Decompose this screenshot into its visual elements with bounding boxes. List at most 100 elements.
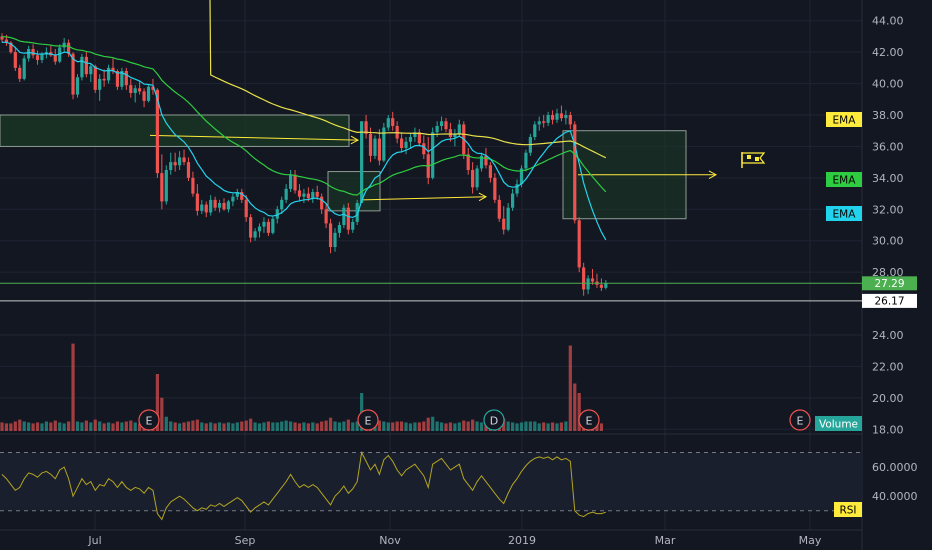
volume-bar-125 bbox=[555, 423, 559, 431]
volume-bar-122 bbox=[542, 422, 546, 431]
candle-body-44 bbox=[195, 193, 199, 211]
volume-bar-126 bbox=[559, 422, 564, 431]
ref-price-tag-text: 26.17 bbox=[874, 295, 904, 307]
candle-body-109 bbox=[484, 155, 488, 166]
candle-body-88 bbox=[391, 118, 395, 126]
volume-bar-66 bbox=[293, 422, 297, 431]
volume-bar-64 bbox=[284, 420, 288, 431]
candle-body-41 bbox=[182, 157, 186, 163]
candle-body-128 bbox=[568, 115, 572, 125]
volume-bar-4 bbox=[18, 419, 22, 431]
volume-bar-25 bbox=[111, 423, 115, 431]
candle-body-75 bbox=[333, 232, 337, 247]
volume-bar-76 bbox=[337, 422, 342, 431]
candle-body-64 bbox=[284, 188, 288, 200]
candle-body-52 bbox=[231, 196, 235, 202]
price-tick-2: 40.00 bbox=[872, 78, 904, 91]
volume-bar-105 bbox=[466, 421, 470, 431]
volume-bar-43 bbox=[191, 420, 195, 431]
candle-body-38 bbox=[169, 162, 173, 170]
candle-body-7 bbox=[31, 49, 35, 56]
volume-bar-115 bbox=[511, 422, 515, 431]
volume-bar-17 bbox=[75, 421, 80, 431]
candle-body-115 bbox=[511, 193, 515, 208]
last-price-tag-text: 27.29 bbox=[874, 278, 904, 290]
volume-bar-89 bbox=[395, 421, 399, 431]
volume-bar-117 bbox=[519, 422, 524, 431]
volume-bar-90 bbox=[400, 421, 404, 431]
volume-bar-58 bbox=[257, 423, 262, 431]
candle-body-51 bbox=[226, 201, 231, 210]
price-tick-1: 42.00 bbox=[872, 46, 904, 59]
volume-bar-30 bbox=[133, 422, 137, 431]
volume-bar-107 bbox=[475, 421, 479, 431]
price-tick-5: 34.00 bbox=[872, 172, 904, 185]
candle-body-103 bbox=[457, 124, 461, 134]
event-marker-label-4: E bbox=[797, 415, 804, 428]
candle-body-130 bbox=[577, 220, 581, 268]
candle-body-69 bbox=[306, 193, 310, 199]
candle-body-24 bbox=[106, 67, 111, 81]
candle-body-56 bbox=[249, 217, 253, 238]
stock-chart[interactable]: E E D E E 44.00 42.00 40.00 38.00 36.00 34.00 32.0… bbox=[0, 0, 932, 550]
candle-body-14 bbox=[62, 42, 66, 48]
event-marker-label-3: E bbox=[586, 415, 593, 428]
event-marker-label-2: D bbox=[490, 415, 498, 428]
candle-body-65 bbox=[289, 174, 293, 189]
candle-body-83 bbox=[368, 133, 373, 156]
price-tick-7: 30.00 bbox=[872, 235, 904, 248]
ema-label-1-text: EMA bbox=[833, 175, 857, 187]
volume-bar-119 bbox=[528, 421, 532, 431]
volume-bar-5 bbox=[22, 421, 26, 431]
candle-body-77 bbox=[342, 207, 346, 225]
candle-body-18 bbox=[80, 56, 84, 78]
volume-bar-0 bbox=[0, 422, 4, 431]
candle-body-125 bbox=[555, 113, 559, 120]
candle-body-8 bbox=[35, 55, 40, 60]
volume-bar-23 bbox=[102, 423, 106, 431]
volume-bar-135 bbox=[599, 423, 603, 431]
candle-body-127 bbox=[564, 115, 568, 119]
volume-bar-121 bbox=[537, 423, 541, 431]
volume-bar-41 bbox=[182, 422, 186, 431]
candle-body-68 bbox=[302, 193, 306, 197]
volume-bar-11 bbox=[49, 422, 53, 431]
volume-bar-75 bbox=[333, 421, 337, 431]
volume-bar-59 bbox=[262, 422, 266, 431]
volume-bar-8 bbox=[35, 422, 40, 431]
volume-bar-104 bbox=[462, 420, 466, 431]
candle-body-133 bbox=[590, 278, 595, 282]
candle-body-55 bbox=[244, 199, 248, 218]
volume-bar-6 bbox=[27, 422, 31, 431]
candle-body-63 bbox=[280, 199, 284, 210]
volume-bar-102 bbox=[453, 423, 457, 431]
candle-body-49 bbox=[217, 203, 222, 208]
volume-bar-78 bbox=[346, 419, 350, 431]
candle-body-118 bbox=[524, 152, 528, 169]
volume-bar-56 bbox=[249, 418, 253, 431]
candle-body-122 bbox=[542, 121, 546, 123]
volume-bar-100 bbox=[444, 423, 448, 431]
candle-body-20 bbox=[89, 66, 93, 75]
candle-body-131 bbox=[582, 267, 586, 290]
candle-body-43 bbox=[191, 177, 195, 194]
volume-bar-98 bbox=[435, 421, 439, 431]
candle-body-129 bbox=[573, 124, 577, 221]
volume-bar-99 bbox=[439, 422, 444, 431]
candle-body-36 bbox=[160, 173, 164, 202]
volume-bar-49 bbox=[217, 422, 222, 431]
volume-bar-94 bbox=[417, 422, 421, 431]
volume-bar-77 bbox=[342, 421, 346, 431]
volume-bar-118 bbox=[524, 421, 528, 431]
candle-body-58 bbox=[257, 226, 262, 232]
candle-body-29 bbox=[129, 85, 133, 93]
candle-body-73 bbox=[324, 209, 328, 224]
candle-body-67 bbox=[297, 190, 302, 197]
volume-bar-129 bbox=[573, 383, 577, 431]
candle-body-99 bbox=[439, 121, 444, 126]
volume-bar-18 bbox=[80, 422, 84, 431]
candle-body-57 bbox=[253, 231, 257, 238]
volume-bar-45 bbox=[200, 422, 204, 431]
candle-body-124 bbox=[550, 115, 555, 120]
price-tick-11: 20.00 bbox=[872, 392, 904, 405]
